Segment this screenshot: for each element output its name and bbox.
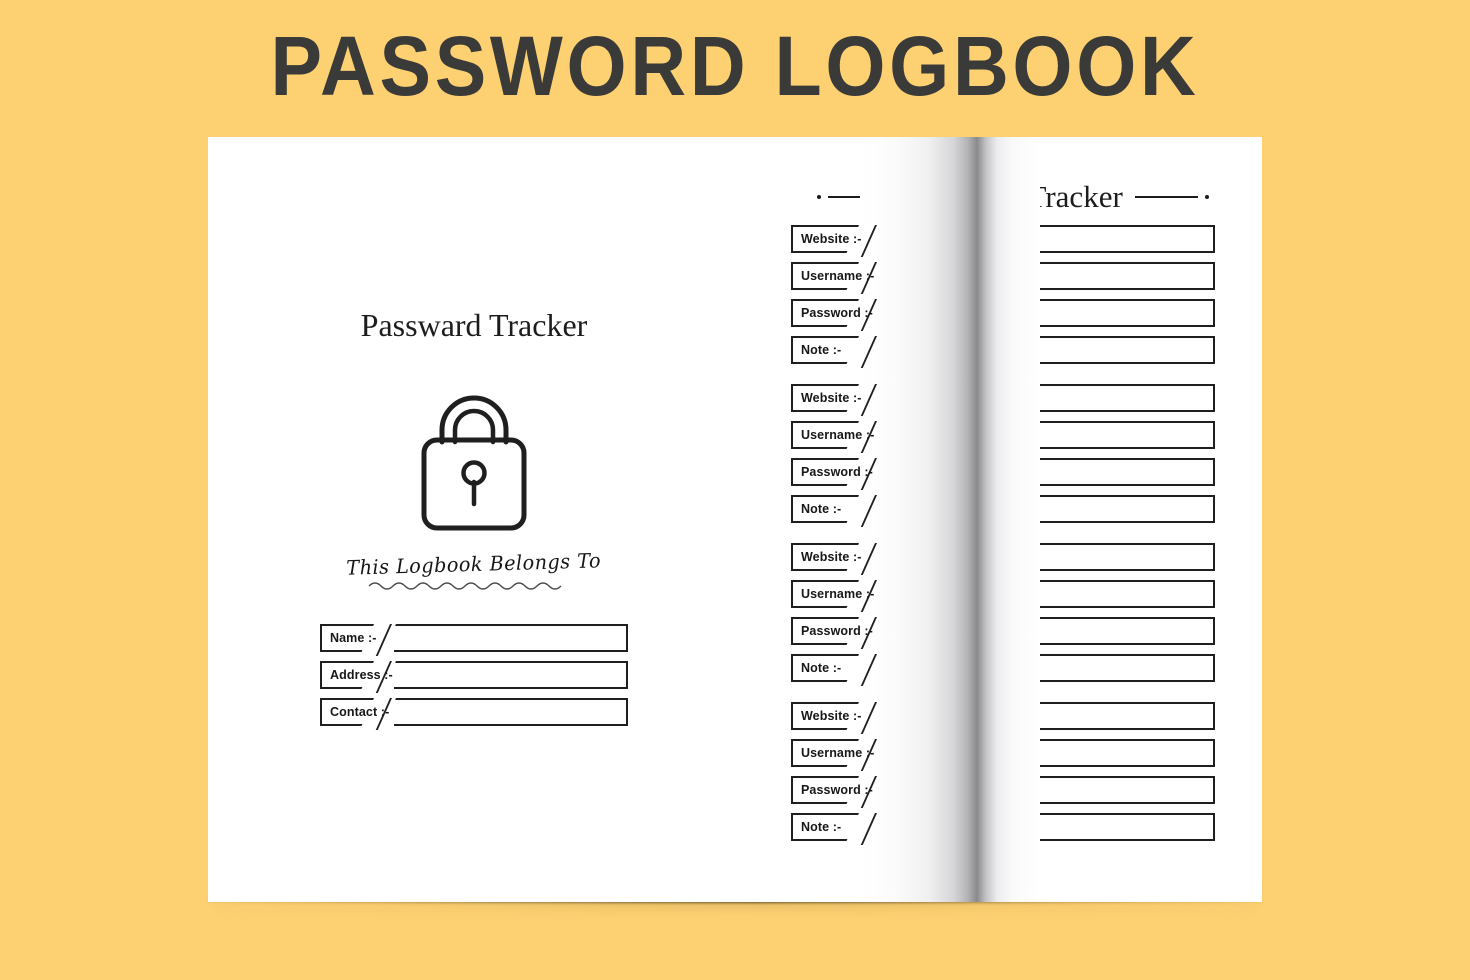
field-label-password: Password :- <box>791 458 873 486</box>
note-input[interactable] <box>879 654 1215 682</box>
field-row-username[interactable]: Username :- <box>791 421 1215 449</box>
name-input[interactable] <box>394 624 628 652</box>
field-row-website[interactable]: Website :- <box>791 543 1215 571</box>
field-label-username: Username :- <box>791 580 874 608</box>
password-input[interactable] <box>879 776 1215 804</box>
left-page-heading: Passward Tracker <box>360 307 588 343</box>
address-input[interactable] <box>394 661 628 689</box>
field-row-password[interactable]: Password :- <box>791 458 1215 486</box>
ornament-dot-left-icon <box>817 195 822 199</box>
field-label-name: Name :- <box>320 624 376 652</box>
field-label-contact: Contact :- <box>320 698 389 726</box>
username-input[interactable] <box>879 421 1215 449</box>
field-row-note[interactable]: Note :- <box>791 495 1215 523</box>
right-page: Passward Tracker Website :- Username :- Pa… <box>768 137 1262 902</box>
website-input[interactable] <box>879 225 1215 253</box>
field-label-password: Password :- <box>791 776 873 804</box>
field-label-note: Note :- <box>791 813 861 841</box>
belongs-to-block: This Logbook Belongs To <box>208 548 740 593</box>
website-input[interactable] <box>879 384 1215 412</box>
field-row-password[interactable]: Password :- <box>791 299 1215 327</box>
field-row-note[interactable]: Note :- <box>791 813 1215 841</box>
field-label-username: Username :- <box>791 421 874 449</box>
lock-icon <box>421 395 527 531</box>
field-row-username[interactable]: Username :- <box>791 262 1215 290</box>
website-input[interactable] <box>879 543 1215 571</box>
field-label-address: Address :- <box>320 661 393 689</box>
field-row-address[interactable]: Address :- <box>320 661 628 689</box>
field-label-username: Username :- <box>791 262 874 290</box>
website-input[interactable] <box>879 702 1215 730</box>
right-page-heading: Passward Tracker <box>903 179 1123 214</box>
field-row-name[interactable]: Name :- <box>320 624 628 652</box>
field-row-website[interactable]: Website :- <box>791 225 1215 253</box>
field-row-website[interactable]: Website :- <box>791 384 1215 412</box>
password-input[interactable] <box>879 617 1215 645</box>
field-label-note: Note :- <box>791 336 861 364</box>
page-title: PASSWORD LOGBOOK <box>270 19 1200 113</box>
field-label-password: Password :- <box>791 617 873 645</box>
field-row-password[interactable]: Password :- <box>791 617 1215 645</box>
field-row-username[interactable]: Username :- <box>791 580 1215 608</box>
contact-input[interactable] <box>394 698 628 726</box>
field-row-contact[interactable]: Contact :- <box>320 698 628 726</box>
note-input[interactable] <box>879 495 1215 523</box>
ornament-dot-right-icon <box>1204 195 1209 199</box>
field-label-note: Note :- <box>791 654 861 682</box>
field-label-note: Note :- <box>791 495 861 523</box>
field-row-website[interactable]: Website :- <box>791 702 1215 730</box>
field-row-note[interactable]: Note :- <box>791 654 1215 682</box>
note-input[interactable] <box>879 336 1215 364</box>
ornament-rule-left-icon <box>828 196 892 198</box>
belongs-to-text: This Logbook Belongs To <box>346 548 602 580</box>
field-label-website: Website :- <box>791 225 861 253</box>
field-row-note[interactable]: Note :- <box>791 336 1215 364</box>
ornament-rule-right-icon <box>1134 196 1198 198</box>
open-book: Passward Tracker This Logbook Belongs To… <box>208 137 1262 902</box>
field-label-website: Website :- <box>791 543 861 571</box>
field-label-password: Password :- <box>791 299 873 327</box>
field-label-website: Website :- <box>791 702 861 730</box>
wave-divider-icon <box>368 582 561 590</box>
password-input[interactable] <box>879 458 1215 486</box>
username-input[interactable] <box>879 580 1215 608</box>
field-row-username[interactable]: Username :- <box>791 739 1215 767</box>
right-page-header: Passward Tracker <box>796 179 1230 215</box>
field-label-website: Website :- <box>791 384 861 412</box>
field-row-password[interactable]: Password :- <box>791 776 1215 804</box>
username-input[interactable] <box>879 739 1215 767</box>
field-label-username: Username :- <box>791 739 874 767</box>
note-input[interactable] <box>879 813 1215 841</box>
username-input[interactable] <box>879 262 1215 290</box>
password-input[interactable] <box>879 299 1215 327</box>
